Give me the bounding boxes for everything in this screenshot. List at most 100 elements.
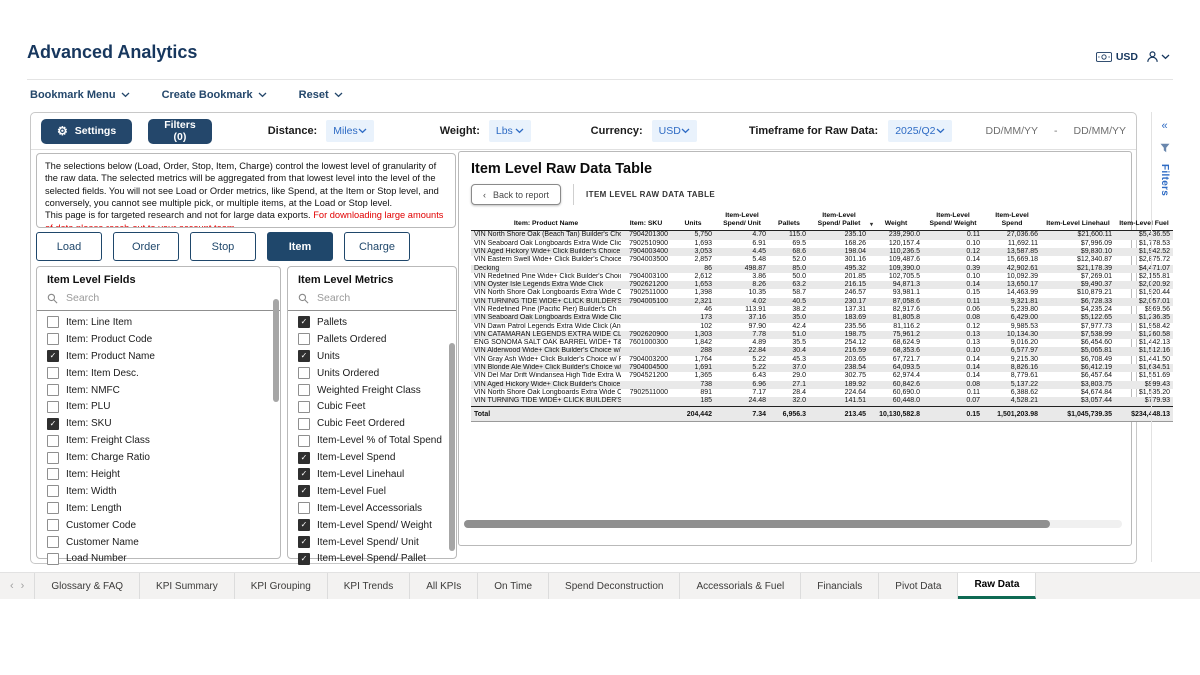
table-row[interactable]: VIN Dawn Patrol Legends Extra Wide Click… [471,323,1173,331]
checkbox-unchecked[interactable] [47,367,59,379]
checkbox-item-pallets[interactable]: ✓Pallets [298,314,456,331]
checkbox-unchecked[interactable] [47,401,59,413]
bottom-tab-accessorials-fuel[interactable]: Accessorials & Fuel [680,573,801,599]
fields-scrollbar[interactable] [273,299,279,402]
checkbox-unchecked[interactable] [298,502,310,514]
checkbox-unchecked[interactable] [298,418,310,430]
checkbox-item-units-ordered[interactable]: Units Ordered [298,365,456,382]
checkbox-item-item-width[interactable]: Item: Width [47,483,280,500]
checkbox-item-item-plu[interactable]: Item: PLU [47,398,280,415]
bottom-tab-glossary-faq[interactable]: Glossary & FAQ [35,573,140,599]
checkbox-checked[interactable]: ✓ [298,553,310,565]
settings-button[interactable]: ⚙ Settings [41,119,132,144]
date-to-input[interactable]: DD/MM/YY [1074,125,1127,137]
checkbox-item-weighted-freight-class[interactable]: Weighted Freight Class [298,382,456,399]
filters-button[interactable]: Filters (0) [148,119,212,144]
bottom-tab-on-time[interactable]: On Time [478,573,549,599]
checkbox-item-item-level-linehaul[interactable]: ✓Item-Level Linehaul [298,466,456,483]
checkbox-checked[interactable]: ✓ [298,536,310,548]
checkbox-item-item-height[interactable]: Item: Height [47,466,280,483]
bookmark-menu-dropdown[interactable]: Bookmark Menu [30,89,130,101]
checkbox-item-item-level-fuel[interactable]: ✓Item-Level Fuel [298,483,456,500]
table-row[interactable]: VIN Redefined Pine Wide+ Click Builder's… [471,273,1173,281]
tab-scroll-right-icon[interactable]: › [21,580,25,592]
bottom-tab-kpi-trends[interactable]: KPI Trends [328,573,410,599]
checkbox-item-item-level-spend-pallet[interactable]: ✓Item-Level Spend/ Pallet [298,550,456,567]
timeframe-select[interactable]: 2025/Q2 [888,120,951,142]
column-header-units[interactable]: Units [671,212,715,231]
checkbox-item-item-product-code[interactable]: Item: Product Code [47,331,280,348]
column-header-pallets[interactable]: Pallets [769,212,809,231]
table-row[interactable]: VIN Oyster Isle Legends Extra Wide Click… [471,281,1173,289]
checkbox-item-item-nmfc[interactable]: Item: NMFC [47,382,280,399]
checkbox-unchecked[interactable] [47,452,59,464]
checkbox-checked[interactable]: ✓ [298,519,310,531]
checkbox-unchecked[interactable] [298,401,310,413]
bottom-tab-pivot-data[interactable]: Pivot Data [879,573,958,599]
bottom-tab-spend-deconstruction[interactable]: Spend Deconstruction [549,573,680,599]
checkbox-item-item-level-accessorials[interactable]: Item-Level Accessorials [298,500,456,517]
checkbox-checked[interactable]: ✓ [298,350,310,362]
checkbox-unchecked[interactable] [298,384,310,396]
table-row[interactable]: VIN Blonde Ale Wide+ Click Builder's Cho… [471,364,1173,372]
collapse-rail-icon[interactable]: « [1161,121,1167,132]
table-row[interactable]: VIN TURNING TIDE WIDE+ CLICK BUILDER'S C… [471,397,1173,406]
table-row[interactable]: ENG SONOMA SALT OAK BARREL WIDE+ T&G7601… [471,339,1173,347]
fields-search[interactable] [37,287,280,311]
table-horizontal-scrollbar[interactable] [464,520,1122,528]
checkbox-unchecked[interactable] [47,502,59,514]
create-bookmark-dropdown[interactable]: Create Bookmark [162,89,267,101]
checkbox-unchecked[interactable] [47,333,59,345]
date-from-input[interactable]: DD/MM/YY [986,125,1039,137]
metrics-search-input[interactable] [315,291,439,305]
checkbox-checked[interactable]: ✓ [298,452,310,464]
metrics-scrollbar[interactable] [449,343,455,551]
table-row[interactable]: VIN North Shore Oak Longboards Extra Wid… [471,389,1173,397]
checkbox-item-load-number[interactable]: Load Number [47,550,280,567]
checkbox-unchecked[interactable] [47,435,59,447]
column-header-item-level-linehaul[interactable]: Item-Level Linehaul [1041,212,1115,231]
checkbox-item-item-level-of-total-spend[interactable]: Item-Level % of Total Spend [298,432,456,449]
checkbox-unchecked[interactable] [47,553,59,565]
metrics-search[interactable] [288,287,456,311]
table-row[interactable]: VIN Redefined Pine (Pacific Pier) Builde… [471,306,1173,314]
checkbox-item-item-sku[interactable]: ✓Item: SKU [47,415,280,432]
table-row[interactable]: VIN Alderwood Wide+ Click Builder's Choi… [471,347,1173,355]
checkbox-item-item-level-spend[interactable]: ✓Item-Level Spend [298,449,456,466]
table-row[interactable]: VIN Aged Hickory Wide+ Click Builder's C… [471,248,1173,256]
checkbox-unchecked[interactable] [298,435,310,447]
checkbox-checked[interactable]: ✓ [298,316,310,328]
column-header-item-level-spend-pallet[interactable]: Item-Level Spend/ Pallet [809,212,869,231]
checkbox-item-item-length[interactable]: Item: Length [47,500,280,517]
table-row[interactable]: VIN TURNING TIDE WIDE+ CLICK BUILDER'S C… [471,298,1173,306]
bottom-tab-financials[interactable]: Financials [801,573,879,599]
column-header-item-level-spend[interactable]: Item-Level Spend [983,212,1041,231]
column-header-item-product-name[interactable]: Item: Product Name [471,212,621,231]
table-row[interactable]: VIN CATAMARAN LEGENDS EXTRA WIDE CLICK79… [471,331,1173,339]
level-button-order[interactable]: Order [113,232,179,261]
checkbox-item-customer-code[interactable]: Customer Code [47,517,280,534]
column-header-item-level-spend-unit[interactable]: Item-Level Spend/ Unit [715,212,769,231]
table-row[interactable]: VIN North Shore Oak (Beach Tan) Builder'… [471,231,1173,240]
filters-rail-label[interactable]: Filters [1159,164,1170,196]
bottom-tab-kpi-grouping[interactable]: KPI Grouping [235,573,328,599]
back-to-report-button[interactable]: ‹ Back to report [471,184,561,205]
table-row[interactable]: VIN Eastern Swell Wide+ Click Builder's … [471,256,1173,264]
report-tab-item-level-raw-data-table[interactable]: ITEM LEVEL RAW DATA TABLE [573,184,727,205]
level-button-charge[interactable]: Charge [344,232,410,261]
checkbox-item-cubic-feet[interactable]: Cubic Feet [298,398,456,415]
checkbox-item-item-item-desc[interactable]: Item: Item Desc. [47,365,280,382]
distance-select[interactable]: Miles [326,120,374,142]
level-button-item[interactable]: Item [267,232,333,261]
currency-badge[interactable]: USD [1096,51,1138,63]
table-row[interactable]: VIN Seaboard Oak Longboards Extra Wide C… [471,314,1173,322]
weight-select[interactable]: Lbs [489,120,531,142]
table-row[interactable]: Decking86498.8785.0495.32109,390.00.3942… [471,265,1173,273]
checkbox-item-item-level-spend-unit[interactable]: ✓Item-Level Spend/ Unit [298,534,456,551]
checkbox-unchecked[interactable] [47,485,59,497]
checkbox-item-item-level-spend-weight[interactable]: ✓Item-Level Spend/ Weight [298,517,456,534]
reset-dropdown[interactable]: Reset [299,89,343,101]
checkbox-unchecked[interactable] [47,468,59,480]
bottom-tab-kpi-summary[interactable]: KPI Summary [140,573,235,599]
table-row[interactable]: VIN Gray Ash Wide+ Click Builder's Choic… [471,356,1173,364]
